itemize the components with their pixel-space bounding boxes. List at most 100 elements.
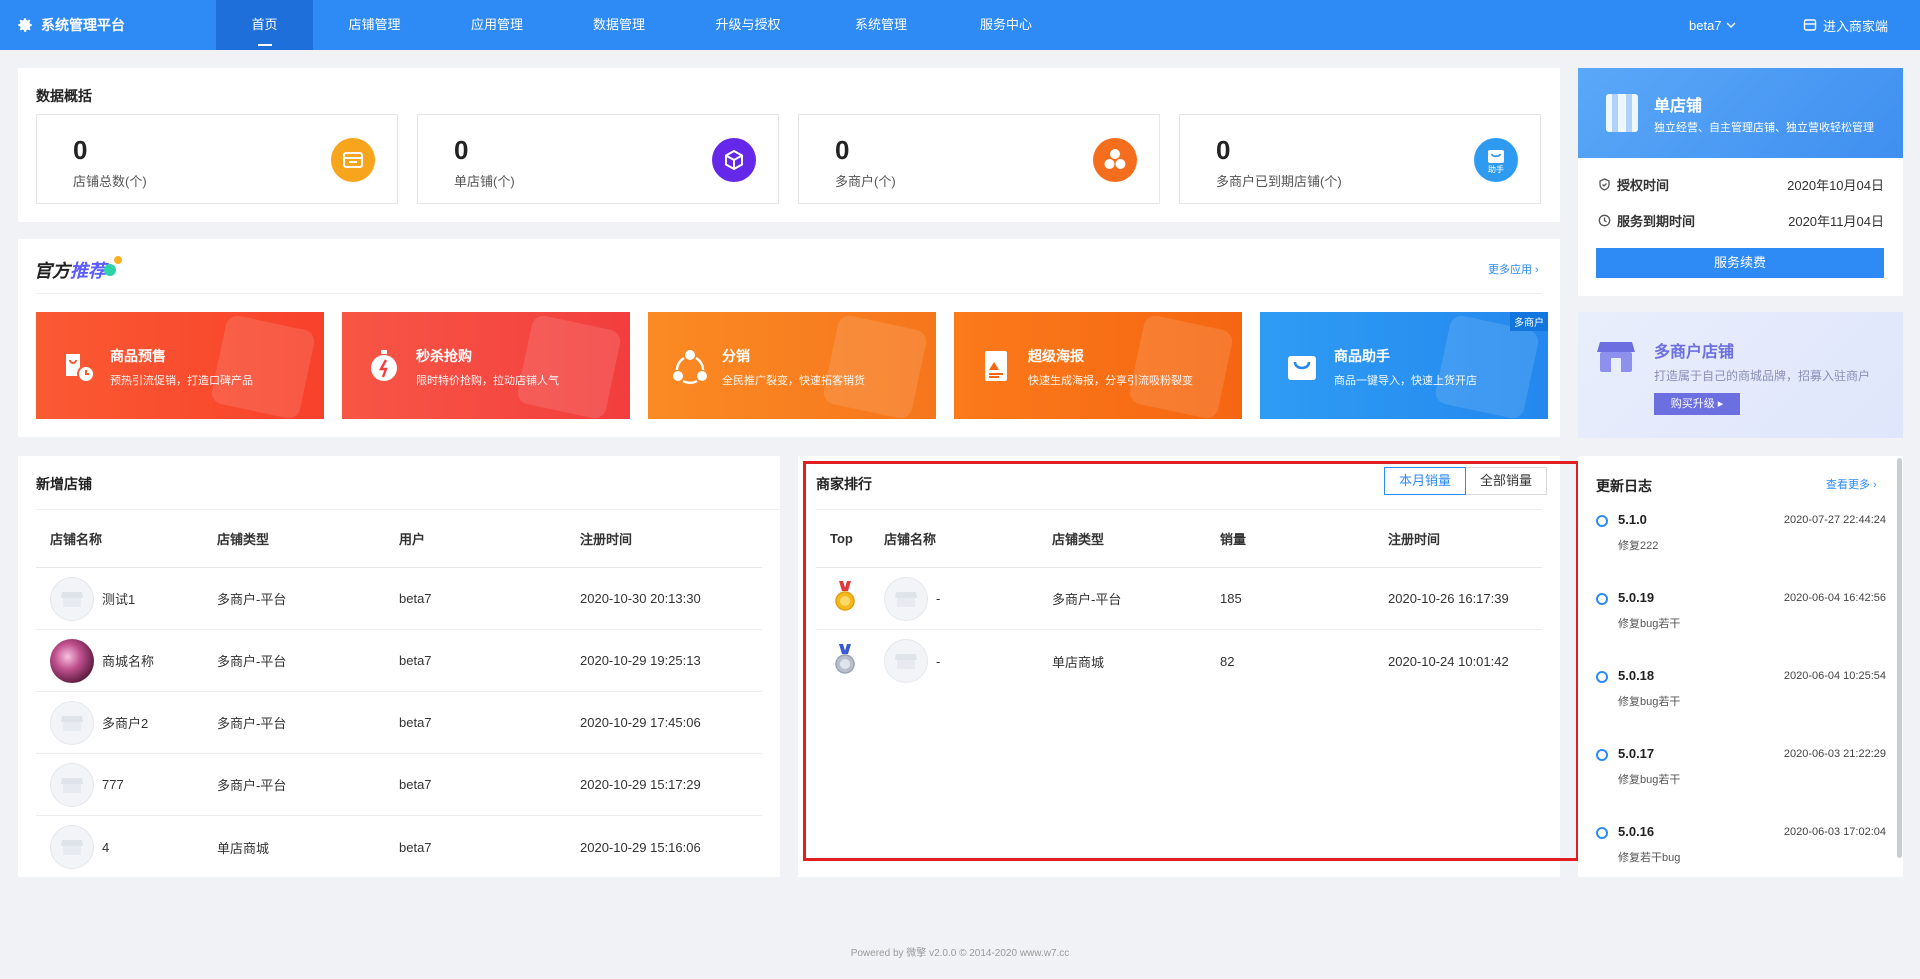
- stat-card-expired-shops[interactable]: 0 多商户已到期店铺(个) 助手: [1179, 114, 1541, 204]
- col-user: 用户: [399, 532, 426, 547]
- log-time: 2020-07-27 22:44:24: [1783, 514, 1886, 526]
- shop-cell: 4: [36, 825, 217, 869]
- shop-name: -: [936, 591, 941, 606]
- store-avatar-icon: [50, 825, 94, 869]
- rec-card-flash-sale[interactable]: 秒杀抢购 限时特价抢购，拉动店铺人气: [342, 312, 630, 419]
- col-sales: 销量: [1220, 532, 1247, 547]
- store-avatar-icon: [50, 700, 94, 745]
- shop-cell: 测试1: [36, 576, 217, 621]
- buy-upgrade-button[interactable]: 购买升级 ▸: [1654, 393, 1740, 415]
- gear-icon: [18, 18, 32, 32]
- rec-card-distribution[interactable]: 分销 全民推广裂变，快速拓客销货: [648, 312, 936, 419]
- shop-sales: 82: [1220, 653, 1235, 669]
- enter-merchant-label: 进入商家端: [1823, 18, 1889, 34]
- rec-card-product-assistant[interactable]: 多商户 商品助手 商品一键导入，快速上货开店: [1260, 312, 1548, 419]
- store-avatar-icon: [50, 762, 94, 807]
- nav-item-home[interactable]: 首页: [216, 0, 313, 50]
- rec-desc: 快速生成海报，分享引流吸粉裂变: [1028, 375, 1193, 387]
- single-shop-desc: 独立经营、自主管理店铺、独立营收轻松管理: [1654, 122, 1874, 134]
- log-time: 2020-06-03 21:22:29: [1783, 748, 1886, 760]
- log-time: 2020-06-03 17:02:04: [1783, 826, 1886, 838]
- log-time: 2020-06-04 10:25:54: [1783, 670, 1886, 682]
- stat-card-total-shops[interactable]: 0 店铺总数(个): [36, 114, 398, 204]
- rank-cell: [816, 643, 884, 679]
- col-shop-type: 店铺类型: [1052, 532, 1105, 547]
- table-row[interactable]: 测试1 多商户-平台 beta7 2020-10-30 20:13:30: [36, 568, 762, 630]
- divider: [36, 293, 1542, 294]
- tab-total-sales[interactable]: 全部销量: [1466, 467, 1548, 495]
- table-row[interactable]: - 多商户-平台 185 2020-10-26 16:17:39: [816, 568, 1542, 630]
- nav-item-shop-management[interactable]: 店铺管理: [313, 0, 436, 50]
- shop-cell: 777: [36, 762, 217, 807]
- table-row[interactable]: 777 多商户-平台 beta7 2020-10-29 15:17:29: [36, 754, 762, 816]
- user-menu[interactable]: beta7: [1689, 0, 1736, 50]
- tab-monthly-sales[interactable]: 本月销量: [1384, 467, 1467, 495]
- ranking-table-header: Top 店铺名称 店铺类型 销量 注册时间: [816, 510, 1542, 568]
- new-shops-table-header: 店铺名称 店铺类型 用户 注册时间: [36, 510, 762, 568]
- multi-merchant-card[interactable]: 多商户店铺 打造属于自己的商城品牌，招募入驻商户: [1578, 312, 1903, 438]
- shop-type: 多商户-平台: [217, 716, 287, 731]
- timeline-dot-icon: [1596, 827, 1608, 839]
- shop-type: 单店商城: [1052, 654, 1105, 670]
- overview-title: 数据概括: [36, 88, 92, 104]
- multi-merchant-badge: 多商户: [1510, 312, 1548, 331]
- shield-icon: [1599, 177, 1610, 191]
- table-row[interactable]: 4 单店商城 beta7 2020-10-29 15:16:06: [36, 816, 762, 878]
- rec-card-presale[interactable]: 商品预售 预热引流促销，打造口碑产品: [36, 312, 324, 419]
- rec-card-super-poster[interactable]: 超级海报 快速生成海报，分享引流吸粉裂变: [954, 312, 1242, 419]
- shop-user: beta7: [399, 839, 432, 855]
- col-shop-type: 店铺类型: [217, 532, 270, 547]
- single-shop-banner: 单店铺 独立经营、自主管理店铺、独立营收轻松管理: [1578, 68, 1903, 158]
- gold-medal-icon: [835, 581, 855, 611]
- brand[interactable]: 系统管理平台: [16, 0, 125, 50]
- shop-time: 2020-10-24 10:01:42: [1388, 653, 1509, 669]
- rank-cell: [816, 581, 884, 616]
- table-row[interactable]: 多商户2 多商户-平台 beta7 2020-10-29 17:45:06: [36, 692, 762, 754]
- col-shop-name: 店铺名称: [50, 532, 103, 547]
- recommend-title-a: 官方: [34, 261, 70, 281]
- stat-card-multi-merchants[interactable]: 0 多商户(个): [798, 114, 1160, 204]
- renew-service-button[interactable]: 服务续费: [1596, 248, 1884, 278]
- stat-value: 0: [1216, 135, 1231, 165]
- nav-item-app-management[interactable]: 应用管理: [436, 0, 558, 50]
- shop-name: 777: [102, 777, 124, 792]
- changelog-item[interactable]: 5.0.19 2020-06-04 16:42:56 修复bug若干: [1596, 590, 1886, 650]
- stat-card-single-shops[interactable]: 0 单店铺(个): [417, 114, 779, 204]
- changelog-item[interactable]: 5.1.0 2020-07-27 22:44:24 修复222: [1596, 512, 1886, 572]
- nav-item-upgrade-license[interactable]: 升级与授权: [680, 0, 816, 50]
- shop-name: 商城名称: [102, 654, 155, 669]
- enter-merchant-button[interactable]: 进入商家端: [1803, 0, 1888, 50]
- changelog-item[interactable]: 5.0.17 2020-06-03 21:22:29 修复bug若干: [1596, 746, 1886, 806]
- stat-label: 多商户已到期店铺(个): [1216, 174, 1342, 189]
- auth-time-row: 授权时间 2020年10月04日: [1598, 174, 1884, 194]
- nav-item-data-management[interactable]: 数据管理: [558, 0, 680, 50]
- shop-name: 4: [102, 839, 110, 855]
- clock-icon: [1598, 214, 1611, 226]
- footer-text: Powered by 微擎 v2.0.0 © 2014-2020 www.w7.…: [850, 948, 1070, 959]
- changelog-scrollbar[interactable]: [1897, 458, 1902, 858]
- table-row[interactable]: 商城名称 多商户-平台 beta7 2020-10-29 19:25:13: [36, 630, 762, 692]
- changelog-item[interactable]: 5.0.16 2020-06-03 17:02:04 修复若干bug: [1596, 824, 1886, 884]
- col-top: Top: [830, 531, 853, 546]
- shop-sales: 185: [1220, 591, 1242, 606]
- more-apps-link[interactable]: 更多应用 ›: [1488, 261, 1539, 277]
- nav-item-service-center[interactable]: 服务中心: [946, 0, 1066, 50]
- log-desc: 修复若干bug: [1618, 852, 1681, 864]
- multi-merchant-desc: 打造属于自己的商城品牌，招募入驻商户: [1654, 369, 1871, 383]
- hexagons-icon: [1093, 138, 1137, 182]
- col-shop-name: 店铺名称: [884, 532, 937, 547]
- rec-desc: 商品一键导入，快速上货开店: [1334, 375, 1477, 387]
- changelog-item[interactable]: 5.0.18 2020-06-04 10:25:54 修复bug若干: [1596, 668, 1886, 728]
- stat-label: 单店铺(个): [454, 174, 515, 189]
- view-more-link[interactable]: 查看更多 ›: [1826, 476, 1877, 492]
- log-desc: 修复222: [1618, 540, 1659, 552]
- rec-desc: 预热引流促销，打造口碑产品: [110, 375, 253, 387]
- store-icon: [331, 138, 375, 182]
- bag-icon: [1288, 356, 1316, 380]
- shop-user: beta7: [399, 591, 432, 606]
- shop-type: 多商户-平台: [217, 778, 287, 793]
- table-row[interactable]: - 单店商城 82 2020-10-24 10:01:42: [816, 630, 1542, 692]
- nav-item-system-management[interactable]: 系统管理: [816, 0, 946, 50]
- expire-time-value: 2020年11月04日: [1788, 213, 1884, 229]
- timeline-dot-icon: [1596, 515, 1608, 527]
